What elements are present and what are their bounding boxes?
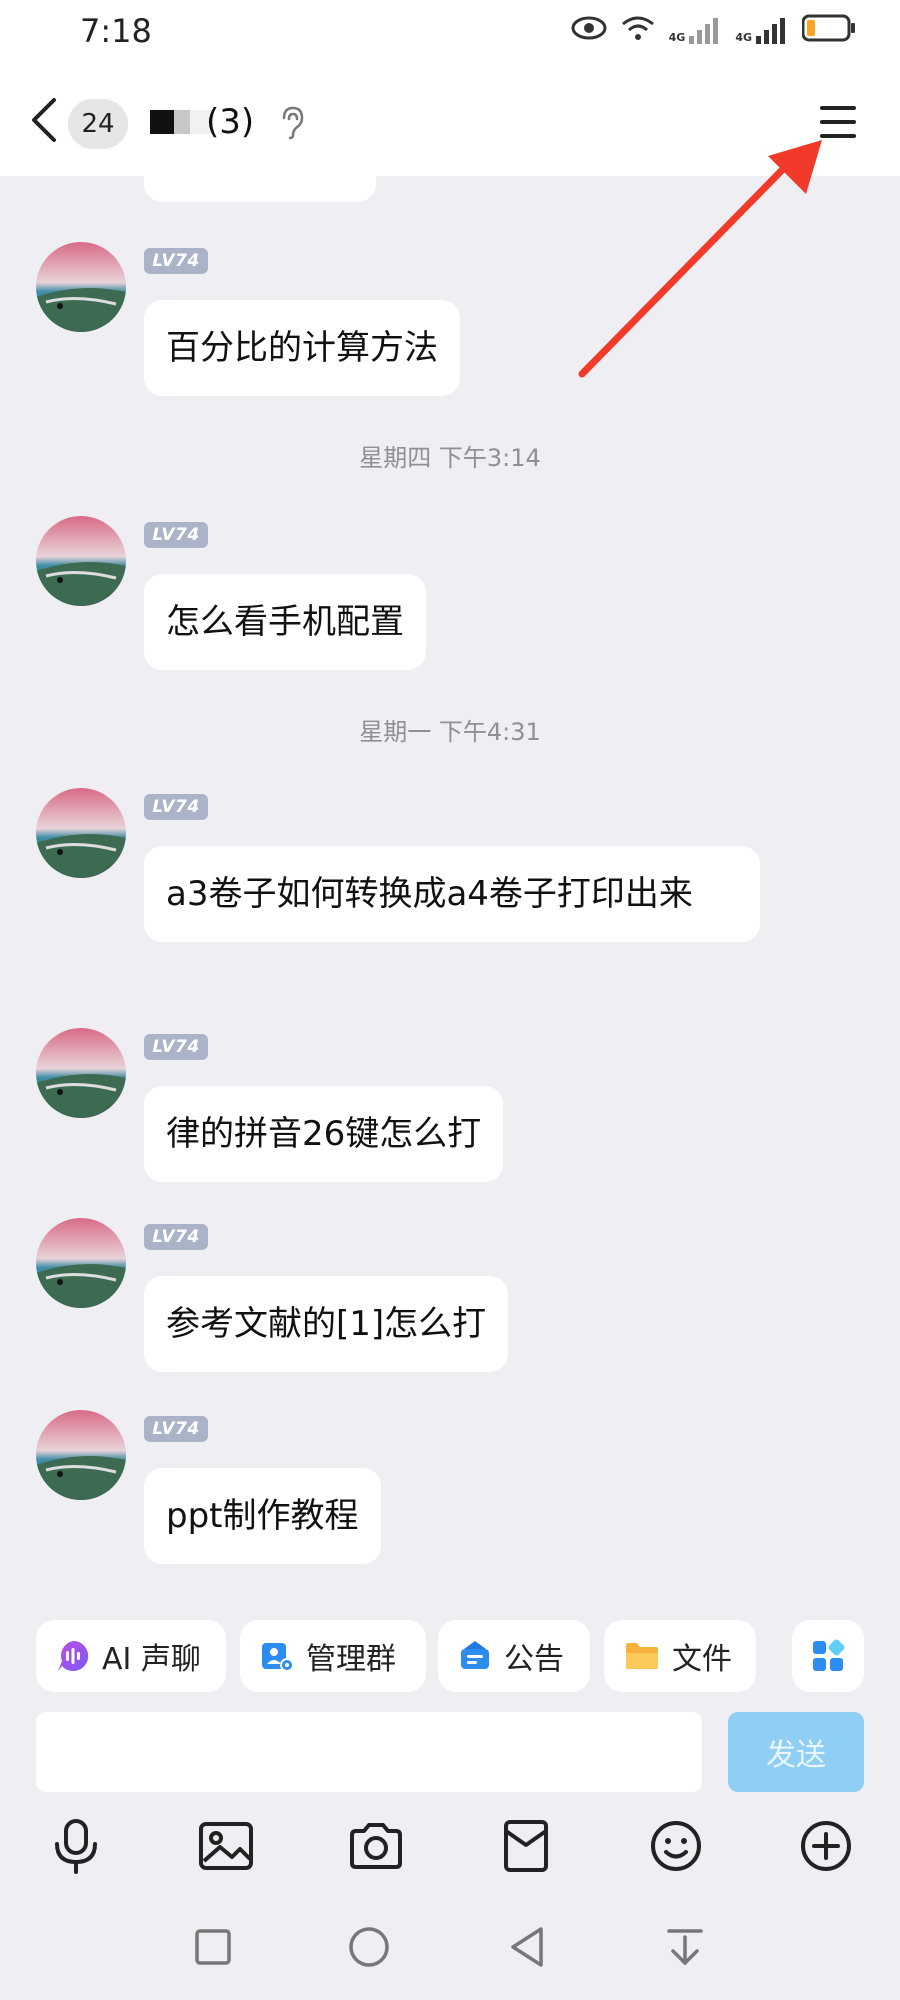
annotation-arrow xyxy=(578,140,822,378)
avatar[interactable] xyxy=(36,1028,126,1118)
message-bubble[interactable]: 百分比的计算方法 xyxy=(144,300,460,396)
red-packet-icon xyxy=(504,1820,548,1872)
avatar[interactable] xyxy=(36,1218,126,1308)
level-badge: LV74 xyxy=(144,1034,208,1060)
chip-announcement[interactable]: 公告 xyxy=(438,1620,590,1692)
title-redaction xyxy=(174,110,190,134)
camera-icon xyxy=(350,1823,402,1869)
plus-icon xyxy=(801,1821,851,1871)
level-badge: LV74 xyxy=(144,794,208,820)
more-button[interactable] xyxy=(796,1816,856,1876)
notification-pull-icon xyxy=(667,1929,703,1965)
level-badge: LV74 xyxy=(144,522,208,548)
status-time: 7:18 xyxy=(80,12,152,50)
status-bar: 7:18 4G 4G xyxy=(0,0,900,66)
message-input[interactable] xyxy=(36,1712,702,1792)
emoji-icon xyxy=(651,1821,701,1871)
emoji-button[interactable] xyxy=(646,1816,706,1876)
wifi-icon xyxy=(621,14,655,46)
status-icons: 4G 4G xyxy=(571,14,856,46)
chip-files[interactable]: 文件 xyxy=(604,1620,756,1692)
chip-label: 文件 xyxy=(672,1642,732,1677)
back-button[interactable] xyxy=(28,94,68,146)
eye-icon xyxy=(571,16,607,44)
input-toolbar xyxy=(0,1812,900,1892)
message-bubble[interactable]: 律的拼音26键怎么打 xyxy=(144,1086,504,1182)
composer: 发送 xyxy=(0,1712,900,1794)
chip-label: 管理群 xyxy=(306,1642,396,1677)
unread-count-badge[interactable]: 24 xyxy=(68,99,128,149)
chat-title[interactable]: (3) xyxy=(206,102,254,142)
signal-icon: 4G xyxy=(669,16,722,44)
battery-icon xyxy=(801,14,856,46)
home-button[interactable] xyxy=(344,1922,394,1972)
camera-button[interactable] xyxy=(346,1816,406,1876)
quick-action-bar: AI 声聊 管理群 公告 文件 xyxy=(0,1620,900,1696)
send-button[interactable]: 发送 xyxy=(728,1712,864,1792)
level-badge: LV74 xyxy=(144,1416,208,1442)
chip-label: 公告 xyxy=(504,1642,564,1677)
message-timestamp: 星期四 下午3:14 xyxy=(359,444,541,472)
back-icon xyxy=(32,98,56,142)
avatar[interactable] xyxy=(36,516,126,606)
avatar[interactable] xyxy=(36,1410,126,1500)
manage-group-icon xyxy=(262,1643,294,1672)
signal-icon: 4G xyxy=(735,16,788,44)
message-bubble[interactable]: 怎么看手机配置 xyxy=(144,574,426,670)
image-icon xyxy=(199,1822,253,1870)
message-timestamp: 星期一 下午4:31 xyxy=(359,718,541,746)
home-icon xyxy=(349,1927,389,1967)
folder-icon xyxy=(626,1643,658,1669)
chip-manage-group[interactable]: 管理群 xyxy=(240,1620,426,1692)
recents-icon xyxy=(195,1929,231,1965)
message-bubble[interactable]: a3卷子如何转换成a4卷子打印出来 xyxy=(144,846,760,942)
level-badge: LV74 xyxy=(144,1224,208,1250)
announcement-icon xyxy=(461,1641,489,1669)
message-bubble[interactable] xyxy=(144,176,376,202)
notification-pull-button[interactable] xyxy=(660,1922,710,1972)
avatar[interactable] xyxy=(36,242,126,332)
chat-message-list[interactable]: LV74 百分比的计算方法 星期四 下午3:14 LV74 怎么看手机配置 星期… xyxy=(0,176,900,1600)
recents-button[interactable] xyxy=(188,1922,238,1972)
microphone-icon xyxy=(55,1819,97,1874)
apps-icon xyxy=(813,1639,845,1671)
system-nav-bar xyxy=(0,1908,900,1988)
system-back-button[interactable] xyxy=(502,1922,552,1972)
message-bubble[interactable]: ppt制作教程 xyxy=(144,1468,381,1564)
back-nav-icon xyxy=(511,1927,543,1967)
level-badge: LV74 xyxy=(144,248,208,274)
title-redaction xyxy=(150,110,174,134)
image-button[interactable] xyxy=(196,1816,256,1876)
ai-voice-icon xyxy=(58,1640,89,1671)
voice-input-button[interactable] xyxy=(46,1816,106,1876)
message-bubble[interactable]: 参考文献的[1]怎么打 xyxy=(144,1276,509,1372)
chip-ai-voice-chat[interactable]: AI 声聊 xyxy=(36,1620,226,1692)
avatar[interactable] xyxy=(36,788,126,878)
red-packet-button[interactable] xyxy=(496,1816,556,1876)
ear-icon[interactable] xyxy=(280,106,306,144)
more-apps-button[interactable] xyxy=(792,1620,864,1692)
chip-label: AI 声聊 xyxy=(102,1642,201,1677)
